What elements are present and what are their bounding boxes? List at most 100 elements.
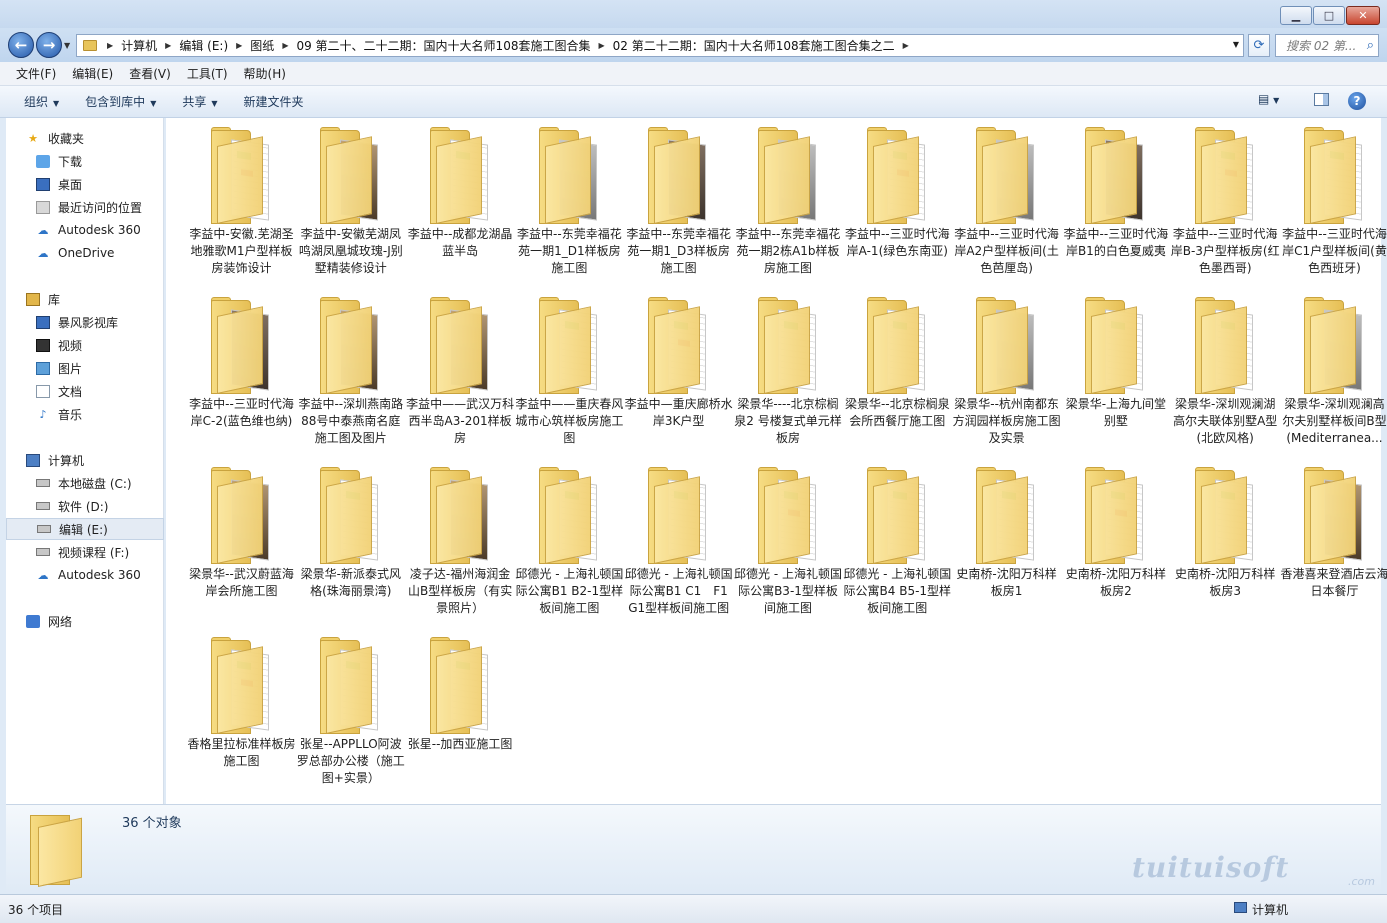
share-button[interactable]: 共享 ▼ [172, 93, 227, 110]
nav-network[interactable]: 网络 [6, 610, 164, 632]
nav-label: 收藏夹 [48, 131, 85, 146]
menu-file[interactable]: 文件(F) [8, 65, 64, 82]
menu-help[interactable]: 帮助(H) [236, 65, 294, 82]
search-input[interactable]: 搜索 02 第... ⌕ [1275, 34, 1379, 57]
nav-computer[interactable]: 计算机 [6, 449, 164, 471]
nav-libraries[interactable]: 库 [6, 288, 164, 310]
nav-documents[interactable]: 文档 [6, 380, 164, 402]
folder-item[interactable]: 香港喜来登酒店云海日本餐厅 [1280, 462, 1387, 628]
nav-drive-f[interactable]: 视频课程 (F:) [6, 541, 164, 563]
folder-label: 张星--APPLLO阿波罗总部办公楼（施工图+实景） [296, 737, 405, 785]
address-dropdown-icon[interactable]: ▼ [1233, 40, 1239, 49]
new-folder-button[interactable]: 新建文件夹 [234, 93, 314, 110]
breadcrumb-computer[interactable]: 计算机 [117, 37, 161, 54]
address-row: ← → ▼ ▶ 计算机 ▶ 编辑 (E:) ▶ 图纸 ▶ 09 第二十、二十二期… [0, 28, 1387, 62]
menu-edit[interactable]: 编辑(E) [64, 65, 121, 82]
chevron-right-icon[interactable]: ▶ [232, 41, 246, 50]
nav-drive-c[interactable]: 本地磁盘 (C:) [6, 472, 164, 494]
folder-item[interactable]: 李益中--东莞幸福花苑一期2栋A1b样板房施工图 [734, 122, 843, 288]
preview-pane-button[interactable] [1314, 93, 1329, 106]
nav-music[interactable]: ♪ 音乐 [6, 403, 164, 425]
nav-videos[interactable]: 视频 [6, 334, 164, 356]
chevron-right-icon[interactable]: ▶ [899, 41, 913, 50]
folder-item[interactable]: 梁景华-上海九间堂别墅 [1061, 292, 1170, 458]
folder-item[interactable]: 梁景华-深圳观澜湖高尔夫联体别墅A型(北欧风格) [1171, 292, 1280, 458]
folder-item[interactable]: 李益中-安徽芜湖凤鸣湖凤凰城玫瑰-J别墅精装修设计 [296, 122, 405, 288]
folder-item[interactable]: 凌子达-福州海润金山B型样板房（有实景照片） [406, 462, 515, 628]
search-icon[interactable]: ⌕ [1367, 38, 1374, 53]
minimize-button[interactable]: ▁ [1280, 6, 1312, 25]
forward-button[interactable]: → [36, 32, 62, 58]
folder-item[interactable]: 梁景华-深圳观澜高尔夫别墅样板间B型(Mediterranea... [1280, 292, 1387, 458]
nav-onedrive[interactable]: ☁ OneDrive [6, 242, 164, 264]
folder-item[interactable]: 李益中--三亚时代海岸C1户型样板间(黄色西班牙) [1280, 122, 1387, 288]
nav-autodesk-360[interactable]: ☁ Autodesk 360 [6, 219, 164, 241]
folder-item[interactable]: 李益中--东莞幸福花苑一期1_D3样板房施工图 [624, 122, 733, 288]
folder-item[interactable]: 邱德光 - 上海礼顿国际公寓B1 B2-1型样板间施工图 [515, 462, 624, 628]
folder-icon [320, 127, 382, 224]
folder-item[interactable]: 李益中——重庆春风城市心筑样板房施工图 [515, 292, 624, 458]
folder-item[interactable]: 张星--加西亚施工图 [406, 632, 515, 798]
folder-item[interactable]: 邱德光 - 上海礼顿国际公寓B4 B5-1型样板间施工图 [843, 462, 952, 628]
nav-downloads[interactable]: 下载 [6, 150, 164, 172]
folder-item[interactable]: 邱德光 - 上海礼顿国际公寓B3-1型样板间施工图 [734, 462, 843, 628]
close-button[interactable]: ✕ [1346, 6, 1380, 25]
nav-drive-d[interactable]: 软件 (D:) [6, 495, 164, 517]
folder-item[interactable]: 香格里拉标准样板房施工图 [187, 632, 296, 798]
chevron-right-icon[interactable]: ▶ [161, 41, 175, 50]
folder-label: 李益中——武汉万科西半岛A3-201样板房 [406, 397, 515, 445]
breadcrumb-issue-02[interactable]: 02 第二十二期：国内十大名师108套施工图合集之二 [609, 37, 899, 54]
nav-baofeng-library[interactable]: 暴风影视库 [6, 311, 164, 333]
folder-label: 邱德光 - 上海礼顿国际公寓B1 B2-1型样板间施工图 [515, 567, 624, 615]
maximize-button[interactable]: □ [1313, 6, 1345, 25]
nav-desktop[interactable]: 桌面 [6, 173, 164, 195]
nav-favorites[interactable]: ★ 收藏夹 [6, 127, 164, 149]
folder-item[interactable]: 李益中-安徽.芜湖圣地雅歌M1户型样板房装饰设计 [187, 122, 296, 288]
folder-icon [976, 127, 1038, 224]
help-button[interactable]: ? [1348, 92, 1366, 110]
breadcrumb-issue-09[interactable]: 09 第二十、二十二期：国内十大名师108套施工图合集 [292, 37, 594, 54]
folder-item[interactable]: 邱德光 - 上海礼顿国际公寓B1 C1 F1 G1型样板间施工图 [624, 462, 733, 628]
nav-pictures[interactable]: 图片 [6, 357, 164, 379]
change-view-button[interactable]: ▤ ▼ [1258, 92, 1279, 106]
recent-pages-dropdown-icon[interactable]: ▼ [64, 41, 70, 50]
nav-recent-places[interactable]: 最近访问的位置 [6, 196, 164, 218]
address-bar[interactable]: ▶ 计算机 ▶ 编辑 (E:) ▶ 图纸 ▶ 09 第二十、二十二期：国内十大名… [76, 34, 1244, 57]
folder-item[interactable]: 李益中——武汉万科西半岛A3-201样板房 [406, 292, 515, 458]
folder-item[interactable]: 梁景华-新派泰式风格(珠海丽景湾) [296, 462, 405, 628]
breadcrumb-drive-e[interactable]: 编辑 (E:) [175, 37, 232, 54]
breadcrumb-drawings[interactable]: 图纸 [246, 37, 278, 54]
folder-item[interactable]: 李益中--深圳燕南路88号中泰燕南名庭施工图及图片 [296, 292, 405, 458]
folder-item[interactable]: 李益中--三亚时代海岸B1的白色夏威夷 [1061, 122, 1170, 288]
folder-item[interactable]: 李益中--成都龙湖晶蓝半岛 [406, 122, 515, 288]
folder-item[interactable]: 史南桥-沈阳万科样板房3 [1171, 462, 1280, 628]
folder-item[interactable]: 李益中--三亚时代海岸C-2(蓝色维也纳) [187, 292, 296, 458]
folder-item[interactable]: 史南桥-沈阳万科样板房1 [952, 462, 1061, 628]
folder-item[interactable]: 梁景华--杭州南都东方润园样板房施工图及实景 [952, 292, 1061, 458]
folder-item[interactable]: 张星--APPLLO阿波罗总部办公楼（施工图+实景） [296, 632, 405, 798]
chevron-right-icon[interactable]: ▶ [594, 41, 608, 50]
chevron-right-icon[interactable]: ▶ [103, 41, 117, 50]
nav-drive-e[interactable]: 编辑 (E:) [6, 518, 164, 540]
folder-item[interactable]: 梁景华--武汉蔚蓝海岸会所施工图 [187, 462, 296, 628]
folder-item[interactable]: 李益中--东莞幸福花苑一期1_D1样板房施工图 [515, 122, 624, 288]
organize-button[interactable]: 组织 ▼ [14, 93, 69, 110]
folder-item[interactable]: 梁景华--北京棕榈泉会所西餐厅施工图 [843, 292, 952, 458]
folder-item[interactable]: 李益中--三亚时代海岸A2户型样板间(土色芭厘岛) [952, 122, 1061, 288]
folder-item[interactable]: 梁景华----北京棕榈泉2 号楼复式单元样板房 [734, 292, 843, 458]
nav-autodesk-360-drive[interactable]: ☁ Autodesk 360 [6, 564, 164, 586]
nav-label: 下载 [58, 154, 83, 169]
folder-item[interactable]: 李益中--三亚时代海岸A-1(绿色东南亚) [843, 122, 952, 288]
folder-item[interactable]: 李益中—重庆廊桥水岸3K户型 [624, 292, 733, 458]
back-button[interactable]: ← [8, 32, 34, 58]
menu-tools[interactable]: 工具(T) [179, 65, 236, 82]
folder-item[interactable]: 史南桥-沈阳万科样板房2 [1061, 462, 1170, 628]
folder-label: 张星--加西亚施工图 [407, 737, 513, 751]
include-in-library-button[interactable]: 包含到库中 ▼ [75, 93, 166, 110]
nav-label: 本地磁盘 (C:) [58, 476, 132, 491]
menu-view[interactable]: 查看(V) [121, 65, 179, 82]
refresh-button[interactable]: ⟳ [1248, 34, 1270, 57]
chevron-right-icon[interactable]: ▶ [278, 41, 292, 50]
folder-icon [320, 297, 382, 394]
folder-item[interactable]: 李益中--三亚时代海岸B-3户型样板房(红色墨西哥) [1171, 122, 1280, 288]
